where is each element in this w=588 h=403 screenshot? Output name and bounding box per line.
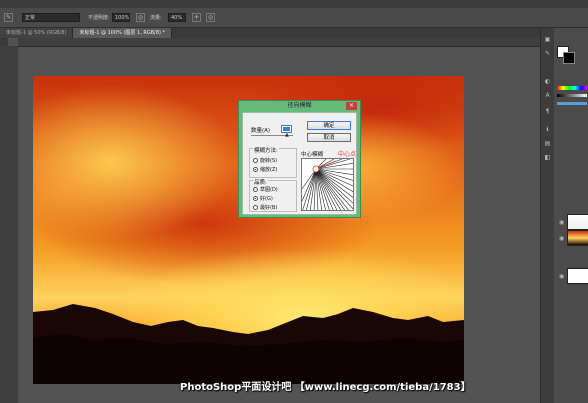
document-tab-active[interactable]: 未标题-1 @ 100% (图层 1, RGB/8) * [73,28,173,38]
slider-knob[interactable]: ▲ [285,133,289,138]
center-label: 中心模糊 [301,152,324,158]
quality-draft-radio[interactable]: 草图(D) [253,186,278,193]
eye-icon[interactable]: ◉ [559,274,564,280]
right-panel-dock: ▣ ✎ ◐ A ¶ ℹ ▤ ◧ ◉ ◉ ◉ [540,28,588,403]
radio-label: 好(G) [260,196,273,202]
menu-bar [0,0,588,8]
cancel-button[interactable]: 取消 [307,133,351,142]
radio-dot [253,158,258,163]
color-spectrum[interactable] [557,86,587,90]
brush-tool-icon[interactable]: ✎ [4,13,13,22]
close-icon[interactable]: × [346,102,357,110]
radio-dot [253,205,258,210]
document-tab-bar: 未标题-1 @ 50% (RGB/8) 未标题-1 @ 100% (图层 1, … [0,28,540,38]
flow-input[interactable]: 40% [168,13,186,22]
amount-slider[interactable]: ▲ [251,133,293,138]
background-color-swatch[interactable] [563,52,575,64]
pressure-size-icon[interactable]: ◎ [206,13,215,22]
gray-ramp[interactable] [557,94,587,97]
amount-label: 数量(A) [251,128,271,134]
eye-icon[interactable]: ◉ [559,220,564,226]
eye-icon[interactable]: ◉ [559,236,564,242]
panel-history-icon[interactable]: ▣ [544,36,551,43]
center-point-annotation: 中心点 [338,151,357,158]
method-group: 模糊方法: 旋转(S) 缩放(Z) [249,146,297,178]
mode-select[interactable]: 正常 [22,13,80,22]
watermark-text: PhotoShop平面设计吧 【www.linecg.com/tieba/178… [180,382,471,393]
airbrush-icon[interactable]: ✈ [192,13,201,22]
panel-character-icon[interactable]: A [544,92,551,99]
panel-layers-icon[interactable]: ◧ [544,154,551,161]
radial-blur-dialog: 径向模糊 × 数量(A) ▲ 确定 取消 模糊方法: 旋转(S) 缩放(Z) 品… [238,100,361,218]
flow-label: 流量: [150,15,162,21]
radio-label: 草图(D) [260,187,278,193]
radio-label: 最好(B) [260,205,278,211]
options-bar: ✎ 正常 不透明度: 100% ◎ 流量: 40% ✈ ◎ [0,8,588,28]
radio-label: 旋转(S) [260,158,278,164]
swatch-row[interactable] [557,102,587,105]
panel-paragraph-icon[interactable]: ¶ [544,108,551,115]
quality-best-radio[interactable]: 最好(B) [253,204,277,211]
quality-group-label: 品质: [253,178,268,186]
radio-dot [253,187,258,192]
radio-label: 缩放(Z) [260,167,278,173]
panel-icon-strip: ▣ ✎ ◐ A ¶ ℹ ▤ ◧ [541,28,554,403]
vertical-ruler [0,46,18,403]
blur-center-preview[interactable] [301,158,354,211]
panel-info-icon[interactable]: ℹ [544,126,551,133]
method-spin-radio[interactable]: 旋转(S) [253,157,277,164]
document-tab[interactable]: 未标题-1 @ 50% (RGB/8) [0,28,74,38]
amount-selection [283,127,290,131]
radio-dot [253,167,258,172]
quality-good-radio[interactable]: 好(G) [253,195,273,202]
panel-adjust-icon[interactable]: ▤ [544,140,551,147]
dialog-title: 径向模糊 [287,102,312,109]
zoom-lines [302,159,353,210]
layer-thumbnail[interactable] [567,230,588,246]
radio-dot [253,196,258,201]
quality-group: 品质: 草图(D) 好(G) 最好(B) [249,178,297,212]
opacity-label: 不透明度: [88,15,110,21]
panel-brush-icon[interactable]: ✎ [544,50,551,57]
method-zoom-radio[interactable]: 缩放(Z) [253,166,277,173]
panel-color-icon[interactable]: ◐ [544,78,551,85]
ok-button[interactable]: 确定 [307,121,351,130]
pressure-opacity-icon[interactable]: ◎ [136,13,145,22]
horizontal-ruler [18,38,540,47]
layer-thumbnail[interactable] [567,214,588,230]
dialog-body: 数量(A) ▲ 确定 取消 模糊方法: 旋转(S) 缩放(Z) 品质: 草图(D… [242,112,357,215]
method-group-label: 模糊方法: [253,146,279,154]
layer-thumbnail[interactable] [567,268,588,284]
opacity-input[interactable]: 100% [112,13,130,22]
